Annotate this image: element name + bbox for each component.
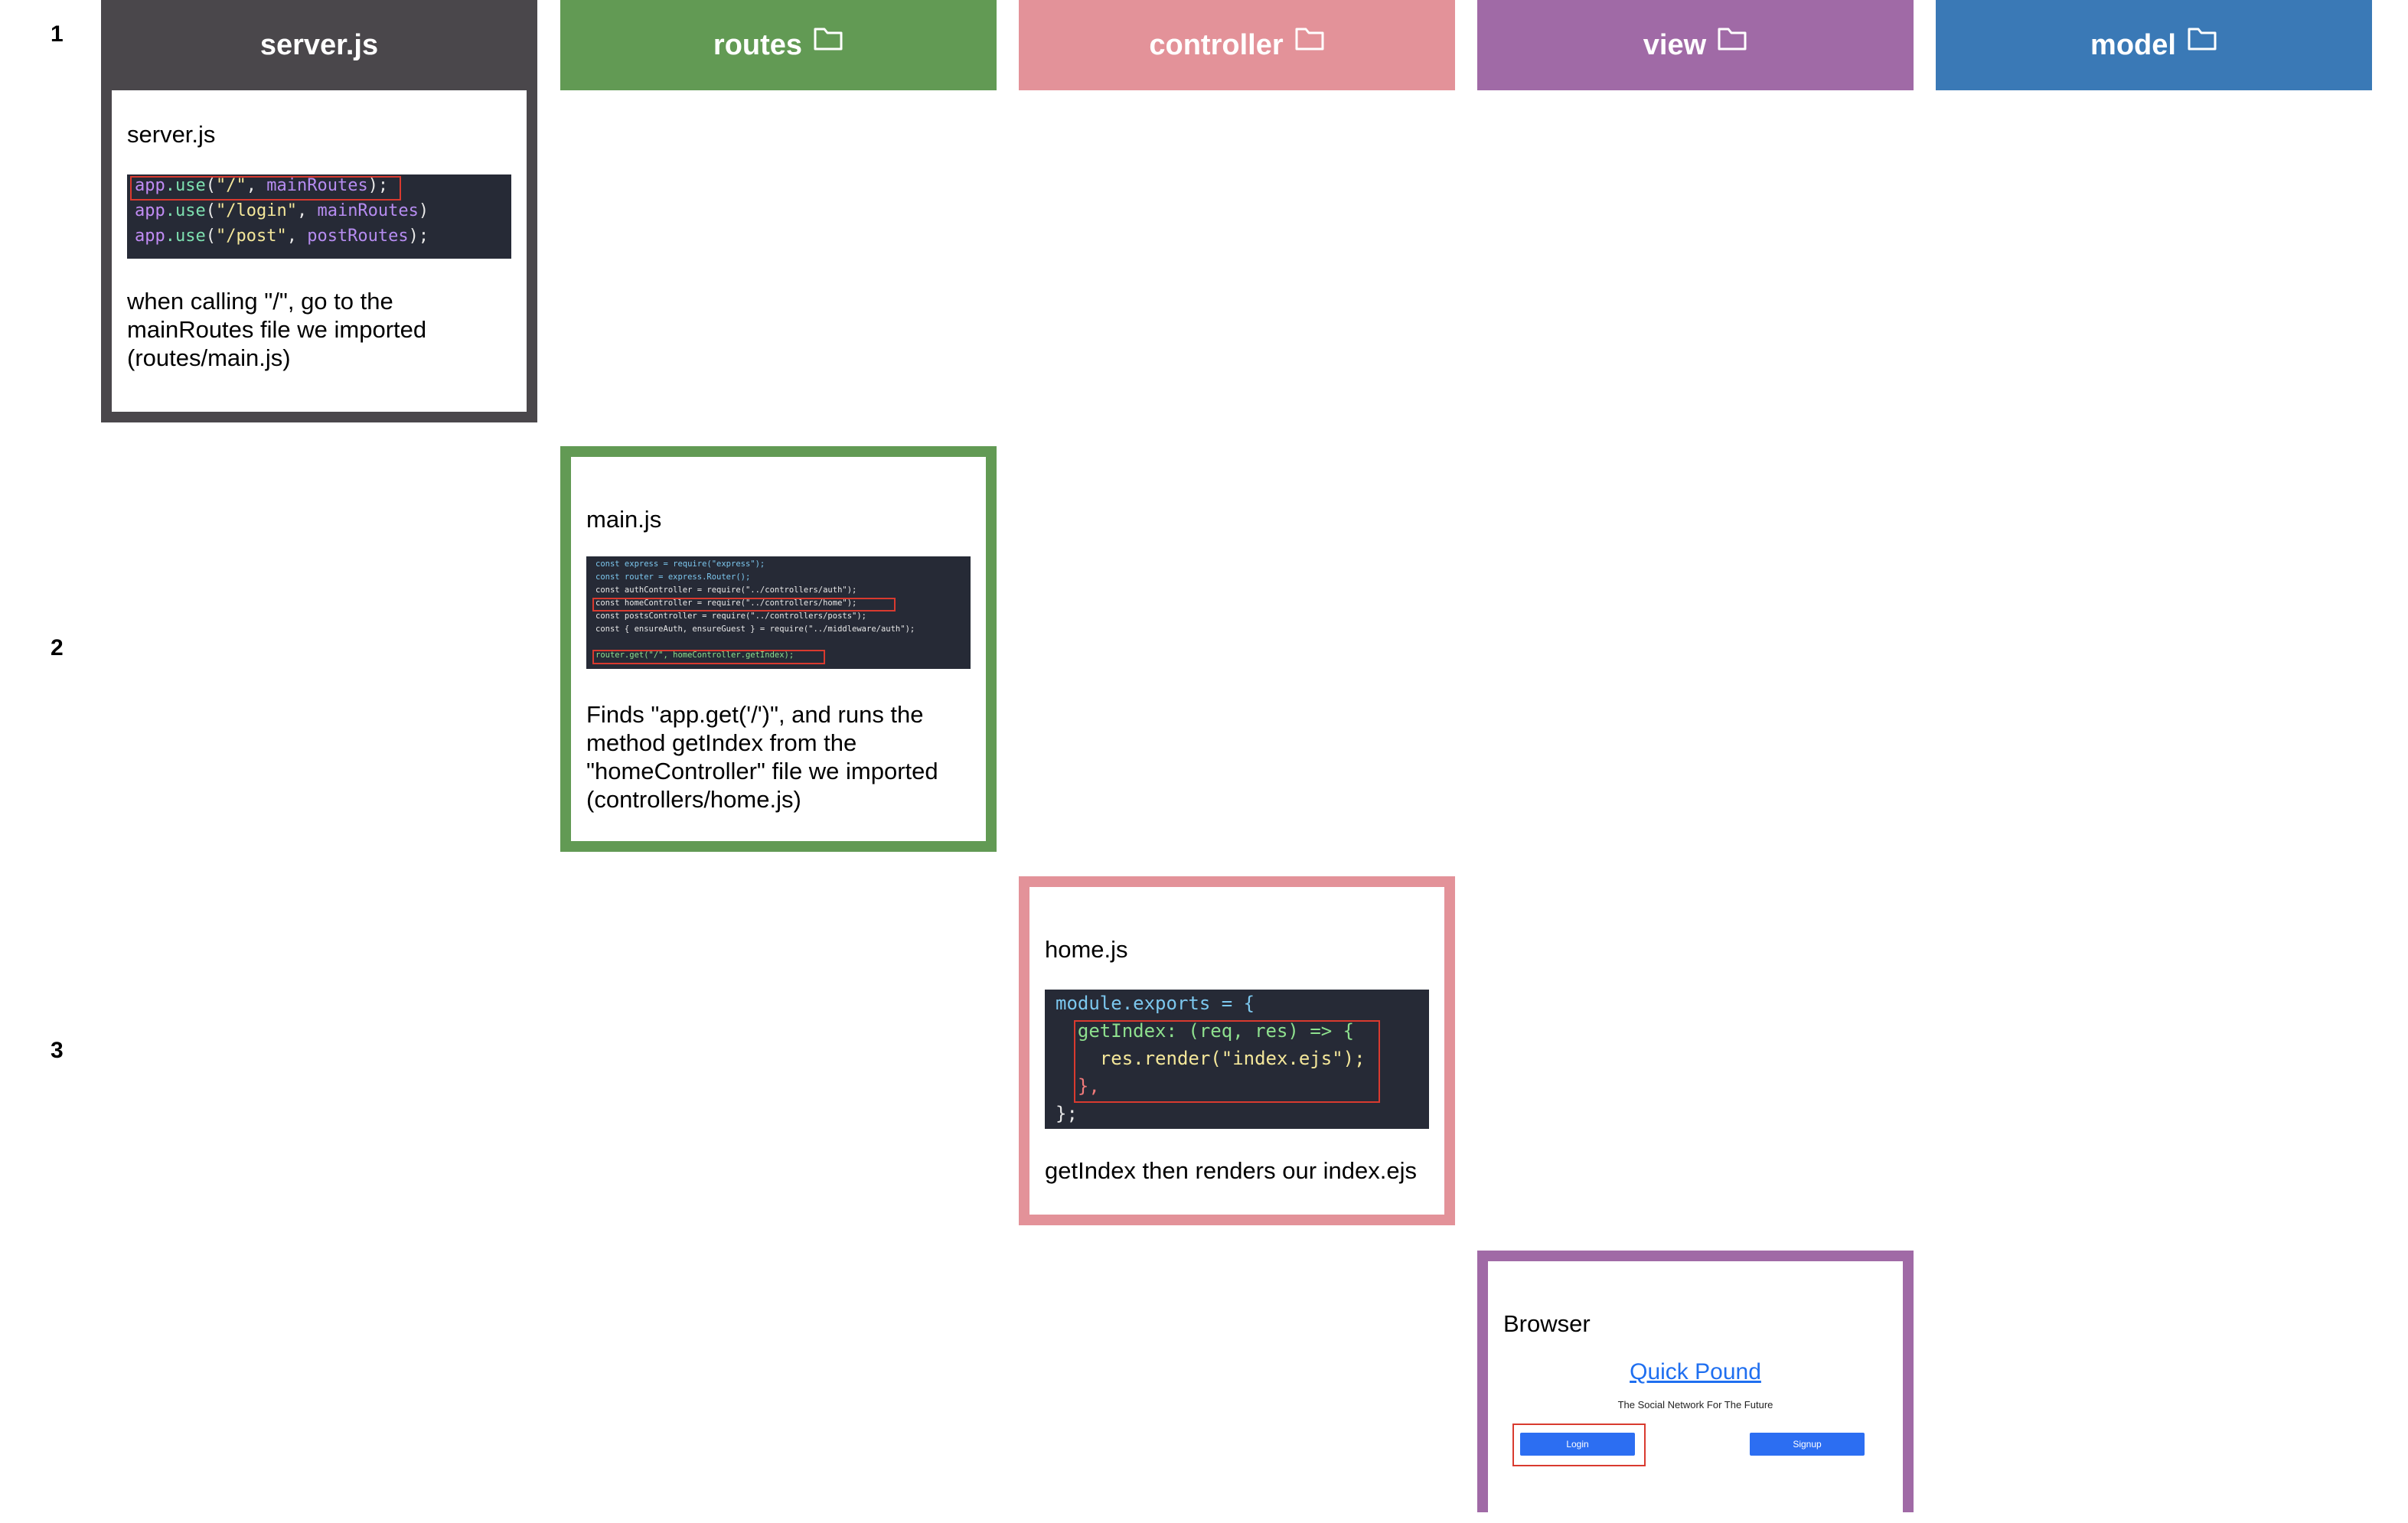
card-title: home.js <box>1045 936 1128 963</box>
card-description: Finds "app.get('/')", and runs the metho… <box>586 701 938 813</box>
folder-icon <box>813 25 843 59</box>
code-token: , <box>296 201 318 220</box>
code-token: app <box>135 201 165 220</box>
column-header-server: server.js <box>101 0 537 90</box>
code-line: const router = express.Router(); <box>595 572 751 582</box>
code-token: "/post" <box>215 227 287 246</box>
column-header-label: view <box>1643 28 1707 61</box>
highlight-box <box>130 176 401 201</box>
column-header-label: server.js <box>259 28 379 61</box>
code-token: ); <box>408 227 429 246</box>
code-token: "/login" <box>215 201 297 220</box>
code-token: module.exports = { <box>1056 993 1255 1014</box>
highlight-box <box>592 598 896 611</box>
code-line: app.use("/post", postRoutes); <box>135 227 429 246</box>
view-card: Browser Quick Pound The Social Network F… <box>1477 1251 1914 1512</box>
folder-icon <box>1294 25 1325 59</box>
code-token: .use <box>165 227 206 246</box>
column-header-label: model <box>2090 28 2176 61</box>
folder-icon <box>2187 25 2217 59</box>
code-token: ( <box>205 201 216 220</box>
site-logo-link[interactable]: Quick Pound <box>1503 1359 1888 1385</box>
column-header-controller: controller <box>1019 0 1455 90</box>
code-line: const { ensureAuth, ensureGuest } = requ… <box>595 625 915 634</box>
site-tagline: The Social Network For The Future <box>1617 1399 1773 1410</box>
row-number-2: 2 <box>51 635 64 660</box>
column-header-label: routes <box>713 28 803 61</box>
routes-card: main.js const express = require("express… <box>560 446 997 852</box>
code-snippet: app.use("/", mainRoutes); app.use("/logi… <box>127 174 511 259</box>
row-number-1: 1 <box>51 21 64 47</box>
controller-card: home.js module.exports = { getIndex: (re… <box>1019 876 1455 1225</box>
code-line: }; <box>1056 1103 1078 1124</box>
code-token: .use <box>165 201 206 220</box>
server-card: server.js app.use("/", mainRoutes); app.… <box>101 90 537 422</box>
highlight-box <box>1074 1020 1380 1103</box>
highlight-box <box>592 650 825 664</box>
code-token: mainRoutes <box>317 201 419 220</box>
code-token: app <box>135 227 165 246</box>
row-number-3: 3 <box>51 1038 64 1063</box>
code-line: module.exports = { <box>1056 993 1255 1014</box>
card-description: getIndex then renders our index.ejs <box>1045 1157 1417 1184</box>
signup-button[interactable]: Signup <box>1750 1433 1865 1456</box>
card-description: when calling "/", go to the mainRoutes f… <box>127 288 427 371</box>
code-line: const postsController = require("../cont… <box>595 611 867 621</box>
code-token: ( <box>205 227 216 246</box>
code-snippet: module.exports = { getIndex: (req, res) … <box>1045 990 1429 1129</box>
browser-preview: Quick Pound The Social Network For The F… <box>1503 1352 1888 1523</box>
column-header-model: model <box>1936 0 2372 90</box>
code-line: app.use("/login", mainRoutes) <box>135 201 429 220</box>
card-title: Browser <box>1503 1310 1591 1337</box>
column-header-routes: routes <box>560 0 997 90</box>
card-title: server.js <box>127 121 216 148</box>
code-token: postRoutes <box>307 227 409 246</box>
code-token: ) <box>418 201 429 220</box>
code-line: const express = require("express"); <box>595 559 765 569</box>
column-header-view: view <box>1477 0 1914 90</box>
code-token: , <box>286 227 308 246</box>
code-snippet: const express = require("express"); cons… <box>586 556 971 669</box>
column-header-label: controller <box>1149 28 1284 61</box>
card-title: main.js <box>586 506 662 533</box>
highlight-box <box>1512 1424 1646 1466</box>
folder-icon <box>1717 25 1747 59</box>
code-line: const authController = require("../contr… <box>595 585 857 595</box>
